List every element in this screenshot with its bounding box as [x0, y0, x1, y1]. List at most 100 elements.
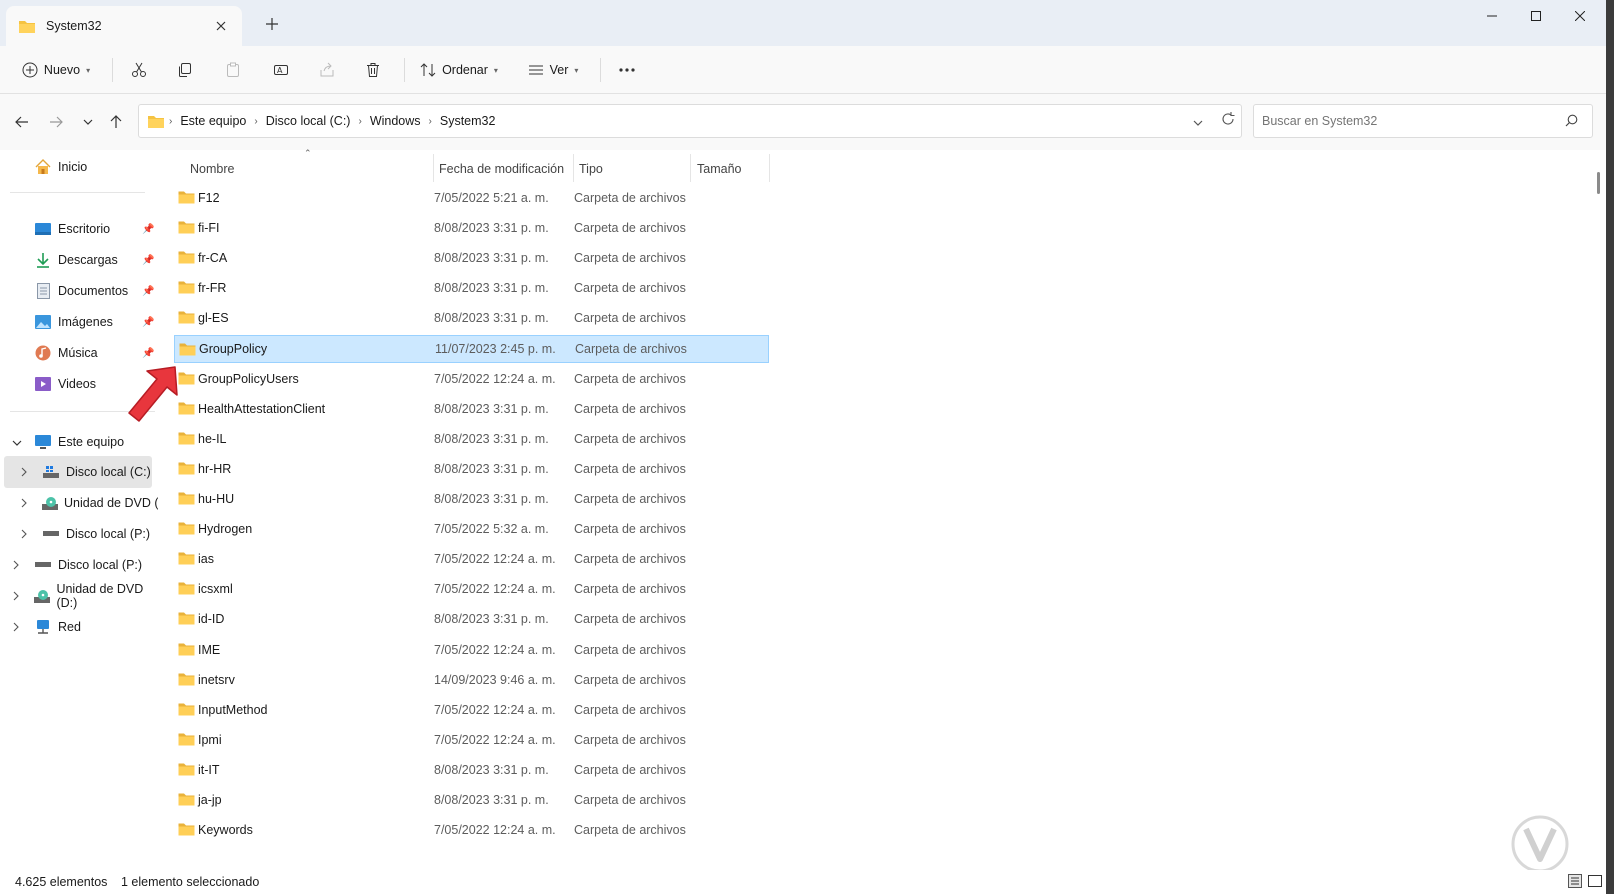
new-tab-button[interactable]: [258, 12, 286, 36]
address-history-chevron-icon[interactable]: [1193, 115, 1203, 129]
breadcrumb-windows[interactable]: Windows: [370, 114, 421, 128]
pin-icon[interactable]: 📌: [142, 224, 154, 235]
chevron-right-icon[interactable]: [13, 591, 19, 604]
sidebar-item-music[interactable]: Música: [34, 339, 98, 367]
file-row[interactable]: fi-FI 8/08/2023 3:31 p. m. Carpeta de arch…: [174, 214, 769, 242]
breadcrumb-system32[interactable]: System32: [440, 114, 496, 128]
cut-button[interactable]: [124, 53, 154, 87]
chevron-right-icon[interactable]: [21, 498, 27, 511]
file-row[interactable]: ias 7/05/2022 12:24 a. m. Carpeta de archi…: [174, 545, 769, 573]
file-row[interactable]: Hydrogen 7/05/2022 5:32 a. m. Carpeta de a…: [174, 515, 769, 543]
file-date: 8/08/2023 3:31 p. m.: [434, 401, 549, 416]
file-row[interactable]: fr-CA 8/08/2023 3:31 p. m. Carpeta de arch…: [174, 244, 769, 272]
chevron-right-icon[interactable]: [21, 529, 27, 542]
column-divider[interactable]: [433, 154, 434, 182]
vertical-scrollbar[interactable]: [1590, 150, 1606, 870]
close-window-button[interactable]: [1554, 0, 1606, 32]
divider: [404, 58, 405, 82]
tiles-view-icon[interactable]: [1588, 874, 1602, 891]
paste-button[interactable]: [218, 53, 248, 87]
file-row[interactable]: gl-ES 8/08/2023 3:31 p. m. Carpeta de arch…: [174, 304, 769, 332]
sidebar-item-local-disk-p[interactable]: Disco local (P:): [42, 520, 150, 548]
file-row[interactable]: IME 7/05/2022 12:24 a. m. Carpeta de archi…: [174, 636, 769, 664]
file-row[interactable]: F12 7/05/2022 5:21 a. m. Carpeta de archiv…: [174, 184, 769, 212]
search-input[interactable]: [1262, 114, 1552, 128]
refresh-icon[interactable]: [1221, 112, 1235, 129]
navigation-bar: › Este equipo › Disco local (C:) › Windo…: [0, 94, 1606, 150]
chevron-down-icon[interactable]: [12, 438, 22, 449]
status-bar: 4.625 elementos 1 elemento seleccionado: [0, 870, 1606, 894]
file-row[interactable]: HealthAttestationClient 8/08/2023 3:31 p.…: [174, 395, 769, 423]
breadcrumb-local-disk-c[interactable]: Disco local (C:): [266, 114, 351, 128]
sort-button[interactable]: Ordenar ▾: [414, 53, 504, 87]
back-button[interactable]: [8, 108, 36, 136]
sidebar-item-local-disk-p-root[interactable]: Disco local (P:): [34, 551, 142, 579]
folder-icon: [178, 673, 195, 686]
sidebar-item-desktop[interactable]: Escritorio: [34, 215, 110, 243]
forward-button[interactable]: [42, 108, 70, 136]
scrollbar-thumb[interactable]: [1597, 172, 1600, 194]
recent-locations-button[interactable]: [74, 108, 102, 136]
copy-button[interactable]: [170, 53, 200, 87]
chevron-right-icon[interactable]: [13, 560, 19, 573]
breadcrumb-this-pc[interactable]: Este equipo: [180, 114, 246, 128]
rename-button[interactable]: A: [266, 53, 296, 87]
file-row[interactable]: he-IL 8/08/2023 3:31 p. m. Carpeta de arch…: [174, 425, 769, 453]
pin-icon[interactable]: 📌: [142, 348, 154, 359]
pin-icon[interactable]: 📌: [142, 317, 154, 328]
folder-icon: [178, 281, 195, 294]
pin-icon[interactable]: 📌: [142, 255, 154, 266]
file-name: IME: [198, 642, 221, 657]
chevron-right-icon[interactable]: [13, 622, 19, 635]
sidebar-item-downloads[interactable]: Descargas: [34, 246, 118, 274]
file-row[interactable]: GroupPolicy 11/07/2023 2:45 p. m. Carpeta …: [174, 334, 769, 363]
sidebar-item-pictures[interactable]: Imágenes: [34, 308, 113, 336]
file-row[interactable]: icsxml 7/05/2022 12:24 a. m. Carpeta de ar…: [174, 575, 769, 603]
chevron-right-icon: ›: [358, 115, 362, 127]
file-type: Carpeta de archivos: [574, 431, 686, 446]
close-tab-icon[interactable]: [210, 15, 232, 37]
column-divider[interactable]: [690, 154, 691, 182]
svg-text:A: A: [277, 66, 283, 75]
sidebar-item-this-pc[interactable]: Este equipo: [34, 428, 124, 456]
column-divider[interactable]: [573, 154, 574, 182]
view-button[interactable]: Ver ▾: [520, 53, 586, 87]
sidebar-item-local-disk-c[interactable]: Disco local (C:): [42, 458, 151, 486]
sidebar-item-documents[interactable]: Documentos: [34, 277, 128, 305]
sidebar-item-dvd-drive-root[interactable]: Unidad de DVD (D:): [34, 582, 158, 610]
file-row[interactable]: fr-FR 8/08/2023 3:31 p. m. Carpeta de arch…: [174, 274, 769, 302]
sidebar-item-videos[interactable]: Videos: [34, 370, 96, 398]
address-bar[interactable]: › Este equipo › Disco local (C:) › Windo…: [138, 104, 1242, 138]
file-row[interactable]: it-IT 8/08/2023 3:31 p. m. Carpeta de arch…: [174, 756, 769, 784]
plus-icon: [266, 18, 278, 30]
search-box[interactable]: [1253, 104, 1593, 138]
pin-icon[interactable]: 📌: [142, 286, 154, 297]
file-row[interactable]: ja-jp 8/08/2023 3:31 p. m. Carpeta de arch…: [174, 786, 769, 814]
document-icon: [34, 282, 52, 300]
file-row[interactable]: hr-HR 8/08/2023 3:31 p. m. Carpeta de arch…: [174, 455, 769, 483]
file-type: Carpeta de archivos: [575, 341, 687, 356]
file-row[interactable]: Ipmi 7/05/2022 12:24 a. m. Carpeta de arch…: [174, 726, 769, 754]
up-button[interactable]: [102, 108, 130, 136]
delete-button[interactable]: [358, 53, 388, 87]
file-row[interactable]: id-ID 8/08/2023 3:31 p. m. Carpeta de arch…: [174, 605, 769, 633]
file-row[interactable]: InputMethod 7/05/2022 12:24 a. m. Carpeta …: [174, 696, 769, 724]
sidebar-item-dvd-drive[interactable]: Unidad de DVD (D: [42, 489, 158, 517]
file-name: ias: [198, 552, 214, 567]
file-row[interactable]: Keywords 7/05/2022 12:24 a. m. Carpeta de …: [174, 816, 769, 844]
chevron-right-icon[interactable]: [21, 467, 27, 480]
file-row[interactable]: hu-HU 8/08/2023 3:31 p. m. Carpeta de arch…: [174, 485, 769, 513]
file-type: Carpeta de archivos: [574, 582, 686, 597]
tab-system32[interactable]: System32: [6, 6, 242, 46]
file-row[interactable]: GroupPolicyUsers 7/05/2022 12:24 a. m. Car…: [174, 365, 769, 393]
sidebar-item-network[interactable]: Red: [34, 613, 81, 641]
share-button[interactable]: [312, 53, 342, 87]
file-row[interactable]: inetsrv 14/09/2023 9:46 a. m. Carpeta de a…: [174, 666, 769, 694]
more-options-button[interactable]: [612, 53, 642, 87]
file-type: Carpeta de archivos: [574, 612, 686, 627]
search-icon[interactable]: [1565, 114, 1578, 130]
column-divider[interactable]: [769, 154, 770, 182]
sidebar-item-home[interactable]: Inicio: [34, 153, 87, 181]
new-button[interactable]: Nuevo ▾: [14, 53, 98, 87]
details-view-icon[interactable]: [1568, 874, 1582, 891]
